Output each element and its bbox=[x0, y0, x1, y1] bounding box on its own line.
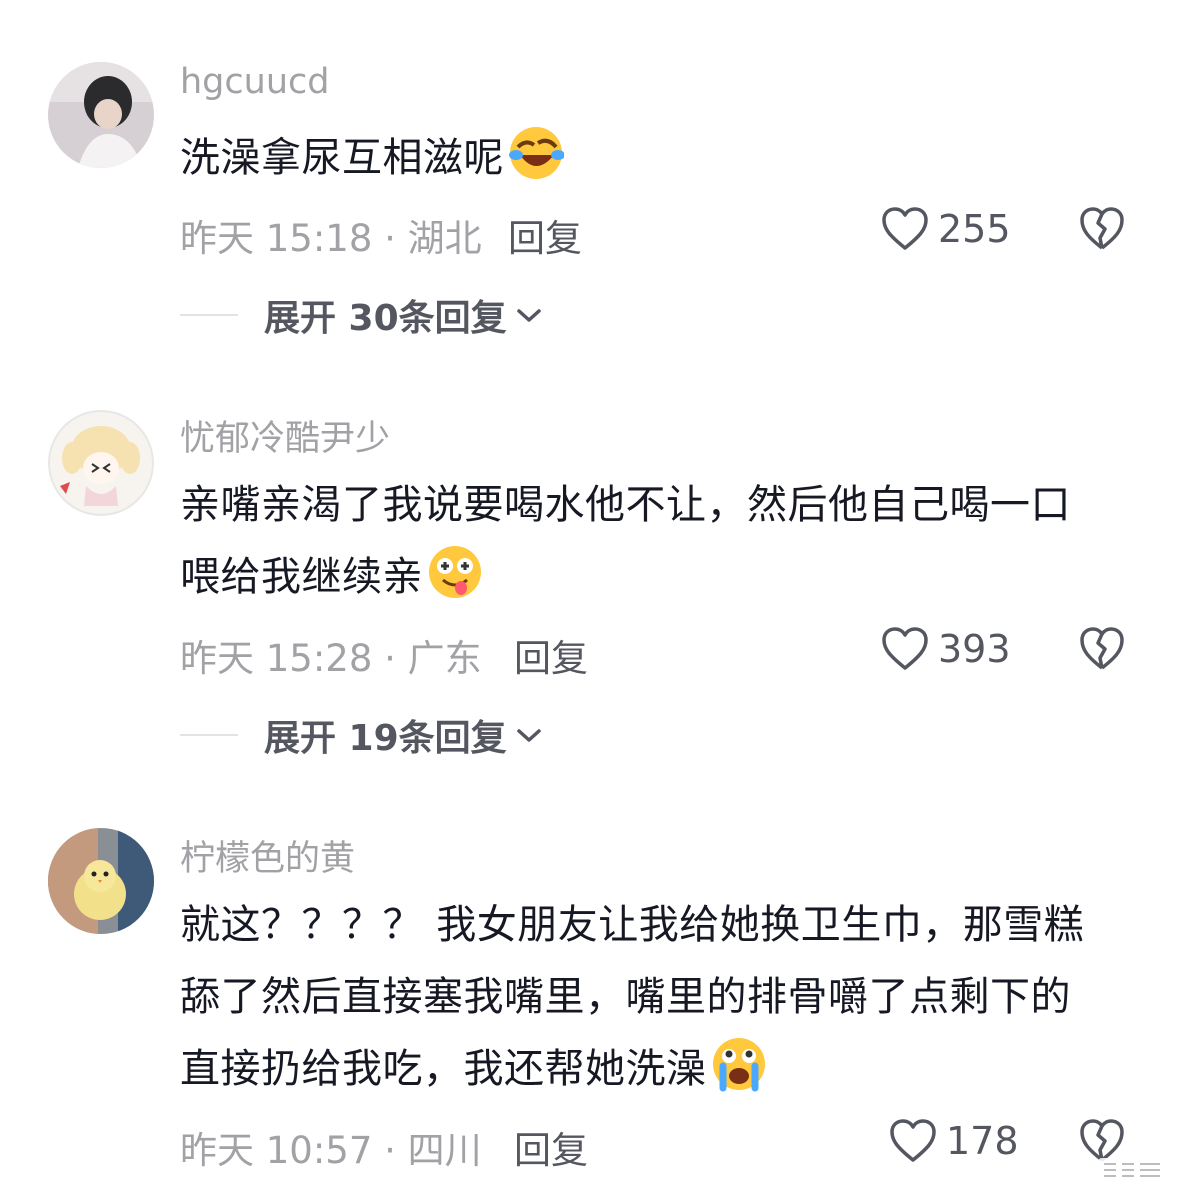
reply-button[interactable]: 回复 bbox=[508, 208, 582, 262]
like-button[interactable]: 255 bbox=[880, 206, 1011, 252]
like-count: 178 bbox=[946, 1119, 1019, 1163]
comment-meta: 昨天 15:18 · 湖北 bbox=[180, 217, 482, 260]
divider bbox=[180, 734, 238, 736]
heart-icon bbox=[882, 627, 928, 670]
broken-heart-icon[interactable] bbox=[1078, 206, 1126, 252]
heart-icon bbox=[890, 1119, 936, 1162]
divider bbox=[180, 314, 238, 316]
reply-button[interactable]: 回复 bbox=[514, 628, 588, 682]
broken-heart-icon[interactable] bbox=[1078, 626, 1126, 672]
comment-text: 洗澡拿尿互相滋呢 bbox=[180, 122, 1110, 194]
expand-replies-button[interactable]: 展开 19条回复 bbox=[180, 709, 543, 761]
like-button[interactable]: 178 bbox=[888, 1118, 1019, 1164]
dizzy-tongue-emoji bbox=[429, 546, 481, 598]
chevron-down-icon bbox=[516, 729, 541, 742]
avatar[interactable] bbox=[48, 828, 154, 934]
laughing-tears-emoji bbox=[509, 127, 564, 179]
expand-replies-button[interactable]: 展开 30条回复 bbox=[180, 289, 543, 341]
like-count: 255 bbox=[938, 207, 1011, 251]
username[interactable]: 忧郁冷酷尹少 bbox=[180, 410, 390, 461]
heart-icon bbox=[882, 207, 928, 250]
username[interactable]: 柠檬色的黄 bbox=[180, 830, 355, 881]
like-button[interactable]: 393 bbox=[880, 626, 1011, 672]
comment-meta: 昨天 10:57 · 四川 bbox=[180, 1129, 482, 1172]
avatar[interactable] bbox=[48, 62, 154, 168]
watermark-logo bbox=[1098, 1158, 1166, 1182]
avatar[interactable] bbox=[48, 410, 154, 516]
like-count: 393 bbox=[938, 627, 1011, 671]
comment-meta: 昨天 15:28 · 广东 bbox=[180, 637, 482, 680]
comment-text: 亲嘴亲渴了我说要喝水他不让，然后他自己喝一口喂给我继续亲 bbox=[180, 482, 1071, 600]
crying-emoji bbox=[712, 1038, 765, 1092]
username[interactable]: hgcuucd bbox=[180, 62, 329, 102]
chevron-down-icon bbox=[516, 309, 541, 322]
comment-text: 就这？？？？ 我女朋友让我给她换卫生巾，那雪糕舔了然后直接塞我嘴里，嘴里的排骨嚼… bbox=[180, 902, 1085, 1092]
reply-button[interactable]: 回复 bbox=[514, 1120, 588, 1174]
